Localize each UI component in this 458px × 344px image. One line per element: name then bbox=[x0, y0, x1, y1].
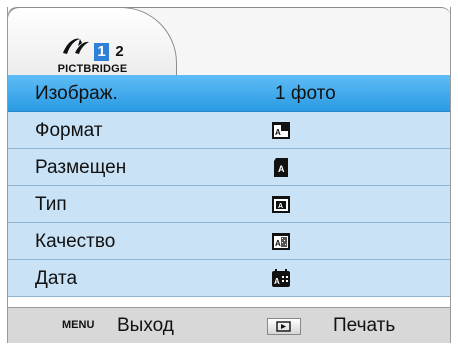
svg-text:A: A bbox=[275, 239, 281, 248]
date-icon: A bbox=[270, 268, 292, 289]
menu-item-label: Тип bbox=[35, 194, 67, 215]
menu-item-label: Размещен bbox=[35, 157, 127, 178]
svg-text:A: A bbox=[275, 128, 281, 137]
print-label: Печать bbox=[333, 315, 396, 336]
exit-label: Выход bbox=[117, 315, 174, 336]
menu-item-layout[interactable]: Размещен A bbox=[7, 149, 451, 186]
menu-item-label: Изображ. bbox=[35, 83, 118, 104]
playback-icon[interactable] bbox=[267, 318, 301, 335]
menu-item-label: Качество bbox=[35, 231, 116, 252]
camera-screen: 1 2 PICTBRIDGE Изображ. 1 фото Формат A … bbox=[0, 0, 458, 343]
menu-item-type[interactable]: Тип A bbox=[7, 186, 451, 223]
paper-type-icon: A bbox=[270, 194, 292, 215]
tab-icons: 1 2 bbox=[61, 33, 127, 61]
menu-item-value: 1 фото bbox=[275, 83, 336, 104]
menu-key[interactable]: MENU bbox=[62, 319, 94, 331]
menu-item-images[interactable]: Изображ. 1 фото bbox=[7, 75, 451, 112]
menu-item-label: Формат bbox=[35, 120, 103, 141]
layout-icon: A bbox=[270, 157, 292, 178]
quality-icon: A bbox=[270, 231, 292, 252]
menu-item-quality[interactable]: Качество A bbox=[7, 223, 451, 260]
menu-item-label: Дата bbox=[35, 268, 78, 289]
menu-item-date[interactable]: Дата A bbox=[7, 260, 451, 297]
page-2-indicator: 2 bbox=[115, 43, 124, 60]
paper-size-icon: A bbox=[270, 120, 292, 141]
svg-text:A: A bbox=[278, 164, 285, 174]
page-1-indicator: 1 bbox=[94, 43, 109, 61]
menu-item-format[interactable]: Формат A bbox=[7, 112, 451, 149]
svg-text:A: A bbox=[274, 277, 280, 286]
tab-label: PICTBRIDGE bbox=[57, 63, 128, 75]
button-guide-bar: MENU Выход Печать bbox=[7, 307, 451, 343]
pictbridge-connection-icon bbox=[61, 34, 91, 61]
tab-pictbridge[interactable]: 1 2 PICTBRIDGE bbox=[7, 7, 177, 75]
svg-text:A: A bbox=[278, 203, 283, 210]
settings-menu: Изображ. 1 фото Формат A Размещен A Тип … bbox=[7, 75, 451, 297]
